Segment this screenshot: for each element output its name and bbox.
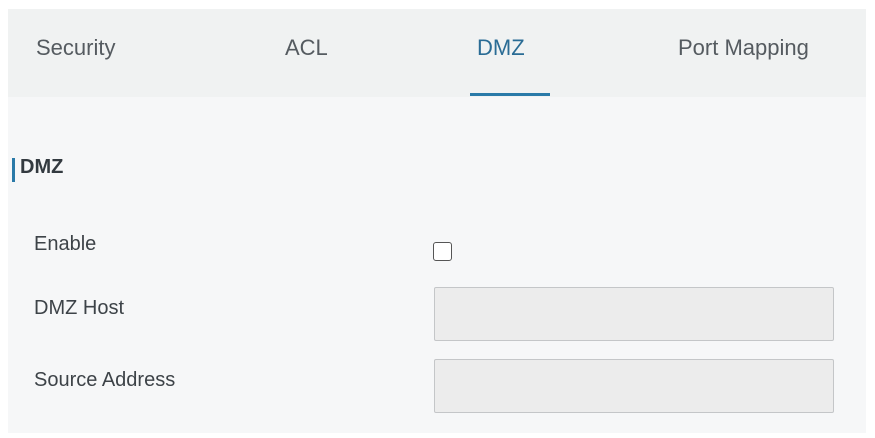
tab-port-mapping[interactable]: Port Mapping <box>678 9 809 97</box>
tab-bar: Security ACL DMZ Port Mapping <box>8 9 866 97</box>
dmz-settings-panel: Security ACL DMZ Port Mapping DMZ Enable… <box>8 9 866 433</box>
dmz-host-label: DMZ Host <box>34 297 124 319</box>
tab-acl[interactable]: ACL <box>285 9 328 97</box>
enable-checkbox[interactable] <box>433 242 452 261</box>
active-tab-indicator <box>470 93 550 96</box>
section-title: DMZ <box>20 156 64 178</box>
tab-security[interactable]: Security <box>36 9 115 97</box>
source-address-input[interactable] <box>434 359 834 413</box>
tab-dmz[interactable]: DMZ <box>477 9 525 97</box>
enable-label: Enable <box>34 233 97 255</box>
dmz-host-input[interactable] <box>434 287 834 341</box>
section-accent-bar <box>12 158 15 182</box>
source-address-label: Source Address <box>34 369 176 391</box>
